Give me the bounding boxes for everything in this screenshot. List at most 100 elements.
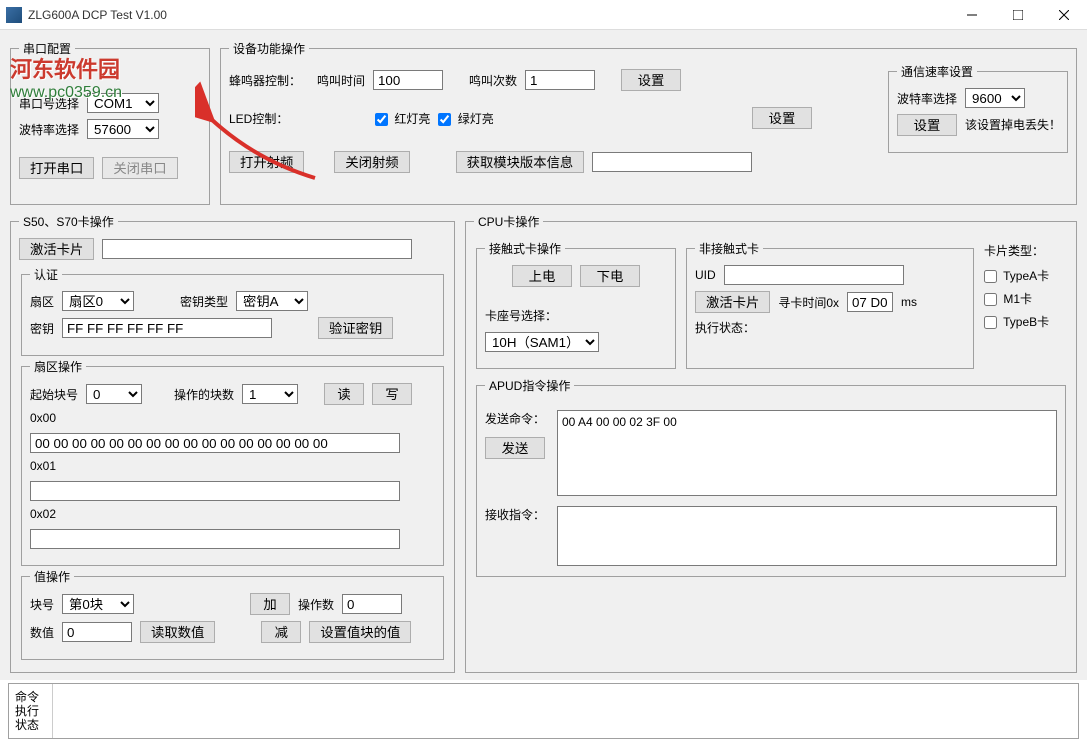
open-rf-button[interactable]: 打开射频	[229, 151, 304, 173]
key-type-select[interactable]: 密钥A	[236, 291, 308, 311]
num-label: 数值	[30, 624, 54, 641]
read-value-button[interactable]: 读取数值	[140, 621, 215, 643]
port-select[interactable]: COM1	[87, 93, 159, 113]
contactless-legend: 非接触式卡	[695, 240, 763, 257]
rate-baud-select[interactable]: 9600	[965, 88, 1025, 108]
rate-legend: 通信速率设置	[897, 63, 977, 80]
block-num-select[interactable]: 第0块	[62, 594, 134, 614]
version-output[interactable]	[592, 152, 752, 172]
rate-set-button[interactable]: 设置	[897, 114, 957, 136]
row2-label: 0x02	[30, 507, 60, 521]
row1-label: 0x01	[30, 459, 60, 473]
ring-time-input[interactable]	[373, 70, 443, 90]
seek-label: 寻卡时间0x	[778, 294, 839, 311]
close-rf-button[interactable]: 关闭射频	[334, 151, 409, 173]
open-serial-button[interactable]: 打开串口	[19, 157, 94, 179]
sector-select[interactable]: 扇区0	[62, 291, 134, 311]
status-label: 命令 执行 状态	[9, 684, 53, 738]
cpu-legend: CPU卡操作	[474, 213, 543, 230]
serial-legend: 串口配置	[19, 40, 75, 57]
card-type-panel: 卡片类型： TypeA卡 M1卡 TypeB卡	[982, 238, 1068, 371]
read-button[interactable]: 读	[324, 383, 364, 405]
red-led-checkbox[interactable]: 红灯亮	[375, 110, 430, 127]
exec-status-label: 执行状态：	[695, 319, 755, 336]
seek-input[interactable]	[847, 292, 893, 312]
type-a-checkbox[interactable]: TypeA卡	[984, 267, 1066, 284]
set-value-button[interactable]: 设置值块的值	[309, 621, 411, 643]
send-cmd-input[interactable]: 00 A4 00 00 02 3F 00	[557, 410, 1057, 496]
close-button[interactable]	[1041, 0, 1087, 30]
activate-card-button[interactable]: 激活卡片	[19, 238, 94, 260]
baud-label: 波特率选择	[19, 121, 79, 138]
recv-cmd-output[interactable]	[557, 506, 1057, 566]
led-set-button[interactable]: 设置	[752, 107, 812, 129]
device-ops-group: 设备功能操作 蜂鸣器控制： 鸣叫时间 鸣叫次数 设置 LED控制： 红灯亮 绿灯…	[220, 40, 1077, 205]
port-label: 串口号选择	[19, 95, 79, 112]
slot-label: 卡座号选择：	[485, 307, 557, 324]
uid-label: UID	[695, 268, 716, 282]
cpu-group: CPU卡操作 接触式卡操作 上电 下电 卡座号选择： 10H（SAM1） 非接触…	[465, 213, 1077, 673]
value-op-group: 值操作 块号 第0块 加 操作数 数值 读取数值 减 设置值块的值	[21, 568, 444, 660]
green-led-checkbox[interactable]: 绿灯亮	[438, 110, 493, 127]
status-value	[53, 684, 1078, 738]
ms-label: ms	[901, 295, 917, 309]
apdu-group: APUD指令操作 发送命令： 发送 00 A4 00 00 02 3F 00 接…	[476, 377, 1066, 577]
row2-input[interactable]	[30, 529, 400, 549]
slot-select[interactable]: 10H（SAM1）	[485, 332, 599, 352]
recv-cmd-label: 接收指令：	[485, 506, 549, 523]
auth-legend: 认证	[30, 266, 62, 283]
value-op-legend: 值操作	[30, 568, 74, 585]
auth-group: 认证 扇区 扇区0 密钥类型 密钥A 密钥 验证密钥	[21, 266, 444, 356]
ring-time-label: 鸣叫时间	[317, 72, 365, 89]
block-num-label: 块号	[30, 596, 54, 613]
sector-op-legend: 扇区操作	[30, 358, 86, 375]
rate-baud-label: 波特率选择	[897, 90, 957, 107]
send-cmd-label: 发送命令：	[485, 410, 549, 427]
buzzer-label: 蜂鸣器控制：	[229, 72, 309, 89]
maximize-button[interactable]	[995, 0, 1041, 30]
activate-output[interactable]	[102, 239, 412, 259]
start-block-label: 起始块号	[30, 386, 78, 403]
type-b-checkbox[interactable]: TypeB卡	[984, 313, 1066, 330]
contact-group: 接触式卡操作 上电 下电 卡座号选择： 10H（SAM1）	[476, 240, 676, 369]
key-type-label: 密钥类型	[180, 293, 228, 310]
num-input[interactable]	[62, 622, 132, 642]
cl-activate-button[interactable]: 激活卡片	[695, 291, 770, 313]
power-on-button[interactable]: 上电	[512, 265, 572, 287]
ring-count-input[interactable]	[525, 70, 595, 90]
verify-key-button[interactable]: 验证密钥	[318, 317, 393, 339]
write-button[interactable]: 写	[372, 383, 412, 405]
baud-select[interactable]: 57600	[87, 119, 159, 139]
key-label: 密钥	[30, 320, 54, 337]
op-count-input[interactable]	[342, 594, 402, 614]
uid-input[interactable]	[724, 265, 904, 285]
app-icon	[6, 7, 22, 23]
block-count-select[interactable]: 1	[242, 384, 298, 404]
rate-group: 通信速率设置 波特率选择 9600 设置 该设置掉电丢失！	[888, 63, 1068, 153]
serial-config-group: 串口配置 串口号选择 COM1 波特率选择 57600 打开串口 关闭串口	[10, 40, 210, 205]
buzzer-set-button[interactable]: 设置	[621, 69, 681, 91]
sector-op-group: 扇区操作 起始块号 0 操作的块数 1 读 写 0x00 0x01 0x02	[21, 358, 444, 566]
rate-warn: 该设置掉电丢失！	[965, 119, 1045, 132]
send-button[interactable]: 发送	[485, 437, 545, 459]
row0-input[interactable]	[30, 433, 400, 453]
start-block-select[interactable]: 0	[86, 384, 142, 404]
minimize-button[interactable]	[949, 0, 995, 30]
s50-group: S50、S70卡操作 激活卡片 认证 扇区 扇区0 密钥类型 密钥A 密钥	[10, 213, 455, 673]
row1-input[interactable]	[30, 481, 400, 501]
add-button[interactable]: 加	[250, 593, 290, 615]
card-type-label: 卡片类型：	[984, 242, 1066, 259]
window-title: ZLG600A DCP Test V1.00	[28, 8, 949, 22]
titlebar: ZLG600A DCP Test V1.00	[0, 0, 1087, 30]
get-version-button[interactable]: 获取模块版本信息	[456, 151, 585, 173]
sub-button[interactable]: 减	[261, 621, 301, 643]
device-legend: 设备功能操作	[229, 40, 309, 57]
close-serial-button[interactable]: 关闭串口	[102, 157, 177, 179]
ring-count-label: 鸣叫次数	[469, 72, 517, 89]
power-off-button[interactable]: 下电	[580, 265, 640, 287]
apdu-legend: APUD指令操作	[485, 377, 574, 394]
row0-label: 0x00	[30, 411, 60, 425]
status-box: 命令 执行 状态	[8, 683, 1079, 739]
key-input[interactable]	[62, 318, 272, 338]
m1-checkbox[interactable]: M1卡	[984, 290, 1066, 307]
